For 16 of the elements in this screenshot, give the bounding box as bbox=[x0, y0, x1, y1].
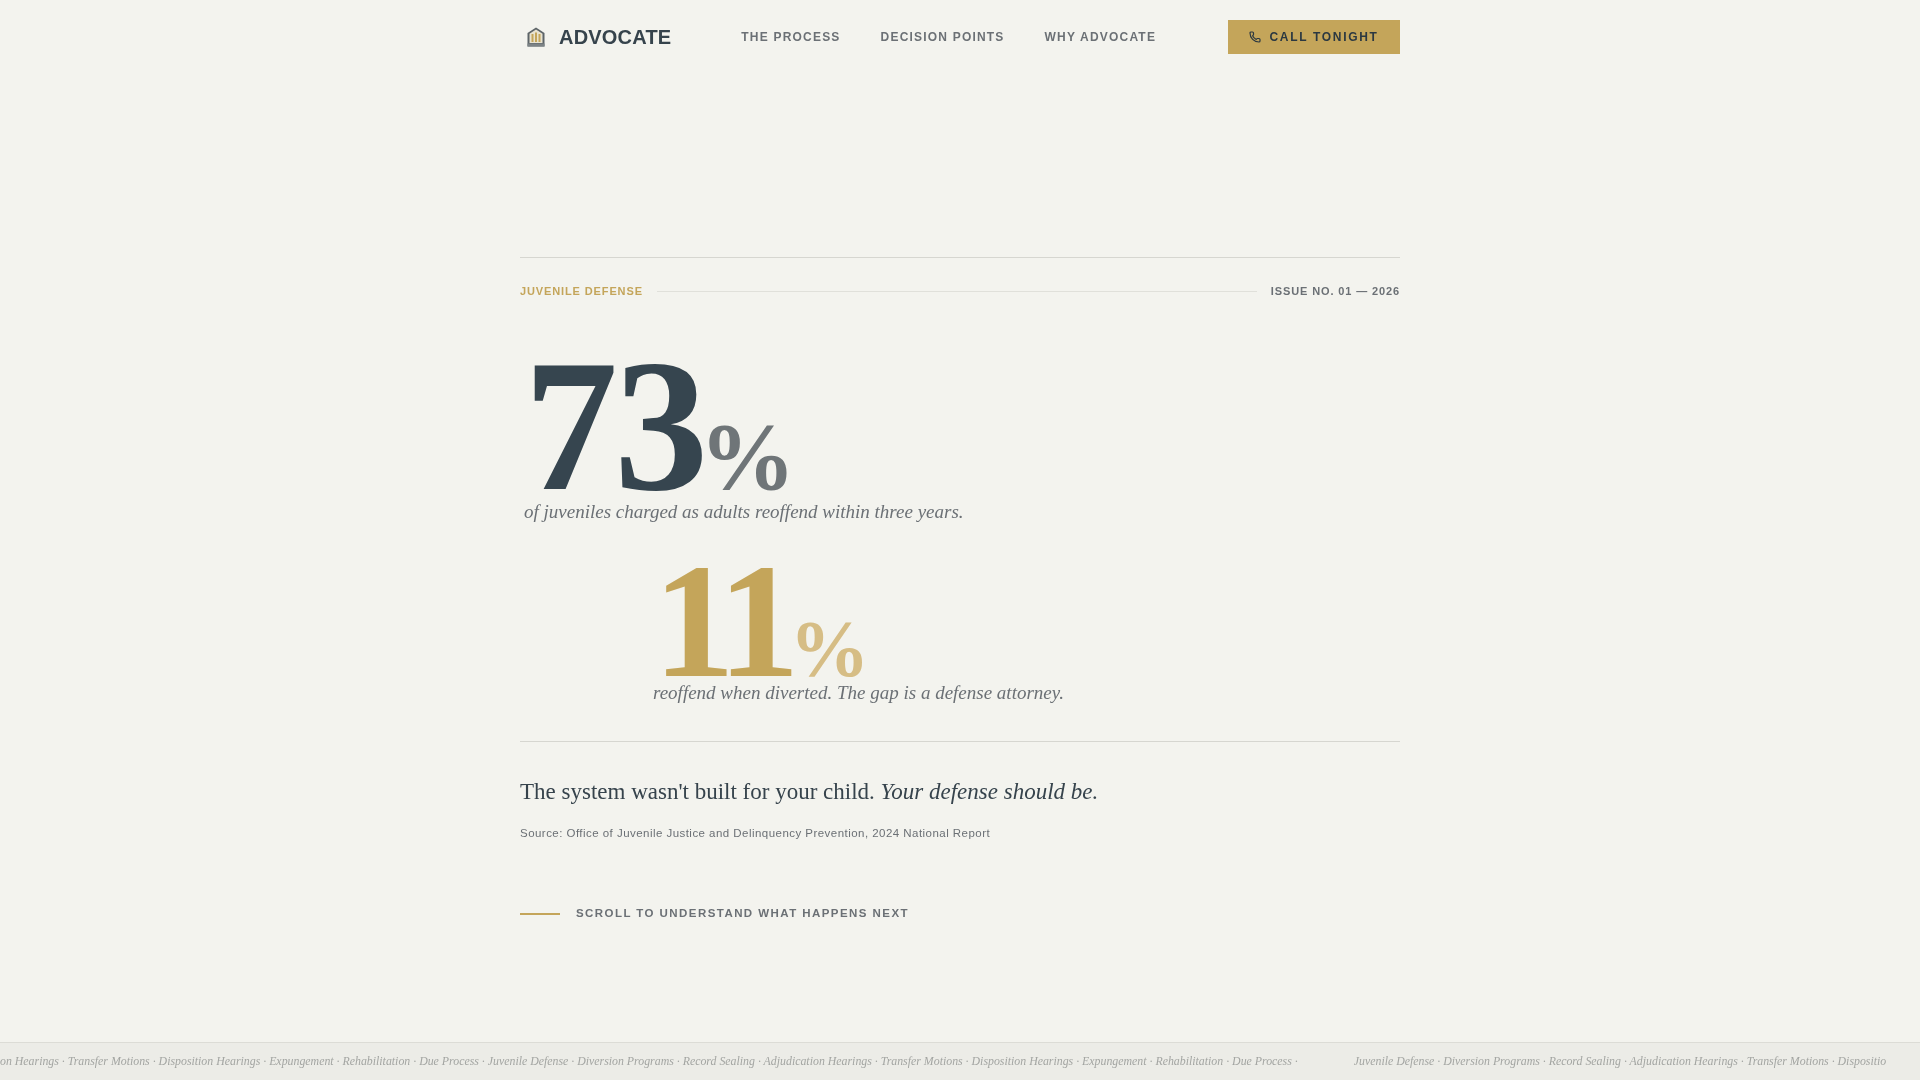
phone-icon bbox=[1249, 31, 1262, 43]
scroll-cue-text: SCROLL TO UNDERSTAND WHAT HAPPENS NEXT bbox=[576, 906, 909, 922]
call-button[interactable]: CALL TONIGHT bbox=[1228, 20, 1400, 54]
source-note: Source: Office of Juvenile Justice and Delinquency Prevention, 2024 National Report bbox=[520, 826, 991, 842]
scroll-cue-line bbox=[520, 912, 560, 915]
ticker-text: Juvenile Defense · Diversion Programs · Record Sealing · Adjudication Hearings · Transfer Motions · Dispositio bbox=[1353, 1054, 1887, 1069]
stat-caption: of juveniles charged as adults reoffend within three years. bbox=[524, 501, 964, 525]
building-logo-icon bbox=[527, 27, 545, 47]
section-label: JUVENILE DEFENSE bbox=[520, 284, 643, 298]
ticker-text: on Hearings · Transfer Motions · Disposition Hearings · Expungement · Rehabilitation · Due Process · Juvenile Defense · Diversion Programs · Record Sealing · Adjudication Hearings · Transfer Motions · Disposition Hearings · Expungement · Rehabilitation · Due Process · bbox=[0, 1054, 1298, 1069]
statement-text: The system wasn't built for your child. Your defense should be. bbox=[520, 777, 1099, 806]
issue-label: ISSUE NO. 01 — 2026 bbox=[1270, 284, 1400, 298]
brand-name: ADVOCATE bbox=[559, 25, 672, 49]
nav-link[interactable]: WHY ADVOCATE bbox=[1044, 30, 1157, 44]
nav-link[interactable]: DECISION POINTS bbox=[880, 30, 1005, 44]
nav-link[interactable]: THE PROCESS bbox=[741, 30, 841, 44]
